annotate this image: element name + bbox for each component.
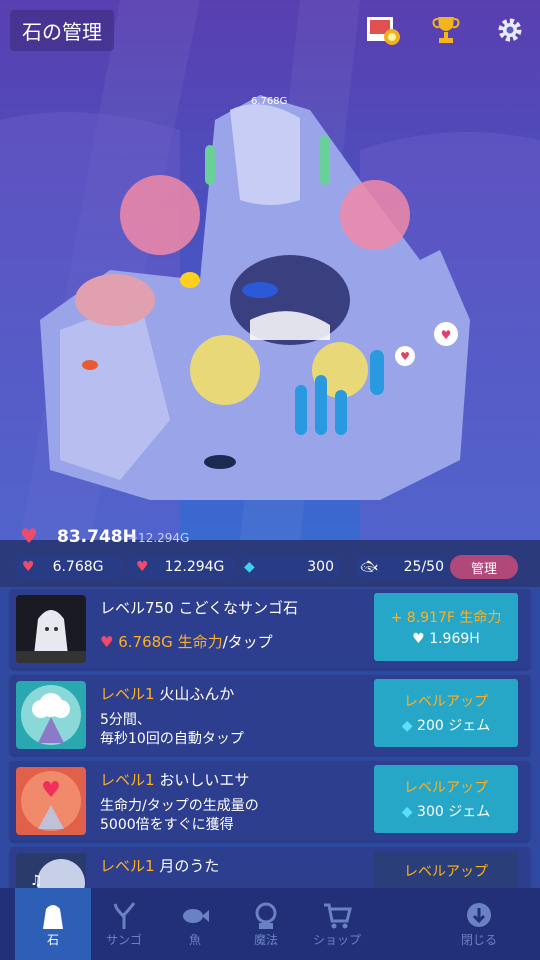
gems-value: 300 — [307, 559, 334, 575]
fish-icon: 🐟︎ — [360, 559, 378, 575]
aquarium-scene[interactable]: ♥ ♥ 6.768G 石の管理 — [0, 0, 540, 540]
level-up-button[interactable]: レベルアップ ◆ 300 ジェム — [374, 765, 518, 833]
gem-icon: ◆ — [244, 559, 255, 575]
per-sec-value: 12.294G — [164, 559, 225, 575]
card-name: 火山ふんか — [159, 685, 235, 703]
tab-magic[interactable]: 魔法 — [228, 888, 304, 960]
tab-label: サンゴ — [105, 932, 142, 947]
card-name: おいしいエサ — [159, 771, 250, 789]
per-sec-stat: ♥ 12.294G — [128, 555, 236, 579]
gallery-icon[interactable] — [365, 12, 401, 48]
card-name: こどくなサンゴ石 — [178, 599, 298, 617]
magic-icon — [255, 902, 277, 929]
button-line2-value: 300 ジェム — [417, 804, 491, 820]
fish-icon — [183, 908, 209, 923]
button-line1: レベルアップ — [404, 694, 488, 710]
list-item: ♥ レベル1 おいしいエサ 生命力/タップの生成量の 5000倍をすぐに獲得 レ… — [10, 761, 530, 841]
button-line2: ◆ 300 ジェム — [402, 801, 490, 821]
card-level: レベル1 — [100, 857, 155, 875]
tab-fish[interactable]: 魚 — [157, 888, 233, 960]
button-line2-value: 200 ジェム — [417, 718, 491, 734]
per-tap-value: 6.768G — [52, 559, 104, 575]
card-title: レベル1 火山ふんか — [100, 683, 234, 704]
page-title: 石の管理 — [10, 10, 114, 51]
card-title: レベル1 おいしいエサ — [100, 769, 249, 790]
button-line2-value: 1.969H — [429, 631, 480, 647]
button-line2: ◆ 200 ジェム — [402, 715, 490, 735]
fish-count-value: 25/50 — [403, 559, 444, 575]
button-line1: レベルアップ — [404, 864, 488, 880]
gems-stat: ◆ 300 — [240, 555, 342, 579]
svg-text:♥: ♥ — [41, 778, 61, 803]
trophy-icon[interactable] — [428, 12, 464, 48]
card-desc-suffix: /タップ — [222, 633, 273, 651]
level-up-button[interactable]: レベルアップ ◆ 200 ジェム — [374, 679, 518, 747]
tap-heart-icon: ♥ — [100, 633, 114, 651]
tab-shop[interactable]: ショップ — [299, 888, 375, 960]
clock-heart-icon: ♥ — [136, 559, 149, 575]
tab-coral[interactable]: サンゴ — [86, 888, 162, 960]
resource-stats-bar: ♥ 6.768G ♥ 12.294G ◆ 300 🐟︎ 25/50 管理 — [0, 555, 540, 585]
life-stats-bar: ♥ 83.748H +12.294G — [0, 518, 540, 556]
card-title: レベル750 こどくなサンゴ石 — [100, 597, 298, 618]
card-desc: ♥ 6.768G 生命力/タップ — [100, 631, 273, 652]
tab-label: ショップ — [312, 932, 361, 947]
svg-text:♥: ♥ — [400, 350, 410, 363]
card-level: レベル1 — [100, 685, 155, 703]
tab-label: 石 — [46, 932, 59, 947]
card-desc-line1: 生命力/タップの生成量の — [100, 798, 259, 814]
scene-art: ♥ ♥ — [0, 0, 540, 540]
stone-thumbnail — [16, 595, 86, 663]
tap-heart-icon: ♥ — [22, 559, 35, 575]
close-down-icon — [467, 902, 491, 927]
card-name: 月のうた — [159, 857, 220, 875]
button-line1: + 8.917F 生命力 — [390, 610, 502, 626]
card-title: レベル1 月のうた — [100, 855, 219, 876]
list-item: ♫ レベル1 月のうた レベルアップ — [10, 847, 530, 890]
stone-icon — [43, 904, 63, 929]
heart-icon: ♥ — [412, 631, 425, 647]
card-level: レベル1 — [100, 771, 155, 789]
upgrade-stone-button[interactable]: + 8.917F 生命力 ♥ 1.969H — [374, 593, 518, 661]
card-level: レベル750 — [100, 599, 174, 617]
tab-stone[interactable]: 石 — [15, 888, 91, 960]
button-line1: レベルアップ — [404, 780, 488, 796]
svg-text:♫: ♫ — [30, 873, 43, 889]
tab-label: 魔法 — [253, 932, 278, 947]
gear-icon[interactable] — [492, 12, 528, 48]
bottom-tab-bar: 石 サンゴ 魚 魔法 ショップ 閉じる — [0, 888, 540, 960]
life-total: 83.748H — [57, 527, 137, 547]
list-item: レベル1 火山ふんか 5分間、 毎秒10回の自動タップ レベルアップ ◆ 200… — [10, 675, 530, 755]
card-desc-line2: 5000倍をすぐに獲得 — [100, 817, 234, 833]
list-item: レベル750 こどくなサンゴ石 ♥ 6.768G 生命力/タップ + 8.917… — [10, 589, 530, 669]
stone-value-label: 6.768G — [251, 96, 288, 107]
fish-stat: 🐟︎ 25/50 — [354, 555, 448, 579]
coral-icon — [113, 901, 136, 929]
upgrade-list[interactable]: レベル750 こどくなサンゴ石 ♥ 6.768G 生命力/タップ + 8.917… — [0, 587, 540, 890]
card-desc-value: 6.768G 生命力 — [118, 633, 223, 651]
manage-button[interactable]: 管理 — [450, 555, 518, 579]
food-thumbnail: ♥ — [16, 767, 86, 835]
card-desc: 5分間、 毎秒10回の自動タップ — [100, 711, 244, 749]
tab-label: 魚 — [188, 932, 201, 947]
volcano-thumbnail — [16, 681, 86, 749]
heart-icon: ♥ — [20, 524, 38, 548]
svg-text:♥: ♥ — [441, 328, 452, 342]
per-tap-stat: ♥ 6.768G — [14, 555, 124, 579]
tab-label: 閉じる — [460, 932, 497, 947]
gem-icon: ◆ — [401, 804, 413, 820]
card-desc: 生命力/タップの生成量の 5000倍をすぐに獲得 — [100, 797, 259, 835]
cart-icon — [324, 903, 352, 928]
gem-icon: ◆ — [401, 718, 413, 734]
level-up-button[interactable]: レベルアップ — [374, 851, 518, 890]
card-desc-line2: 毎秒10回の自動タップ — [100, 731, 244, 747]
card-desc-line1: 5分間、 — [100, 712, 151, 728]
tab-close[interactable]: 閉じる — [441, 888, 517, 960]
life-rate: +12.294G — [128, 531, 190, 545]
button-line2: ♥ 1.969H — [412, 631, 480, 647]
moon-thumbnail: ♫ — [16, 853, 86, 890]
